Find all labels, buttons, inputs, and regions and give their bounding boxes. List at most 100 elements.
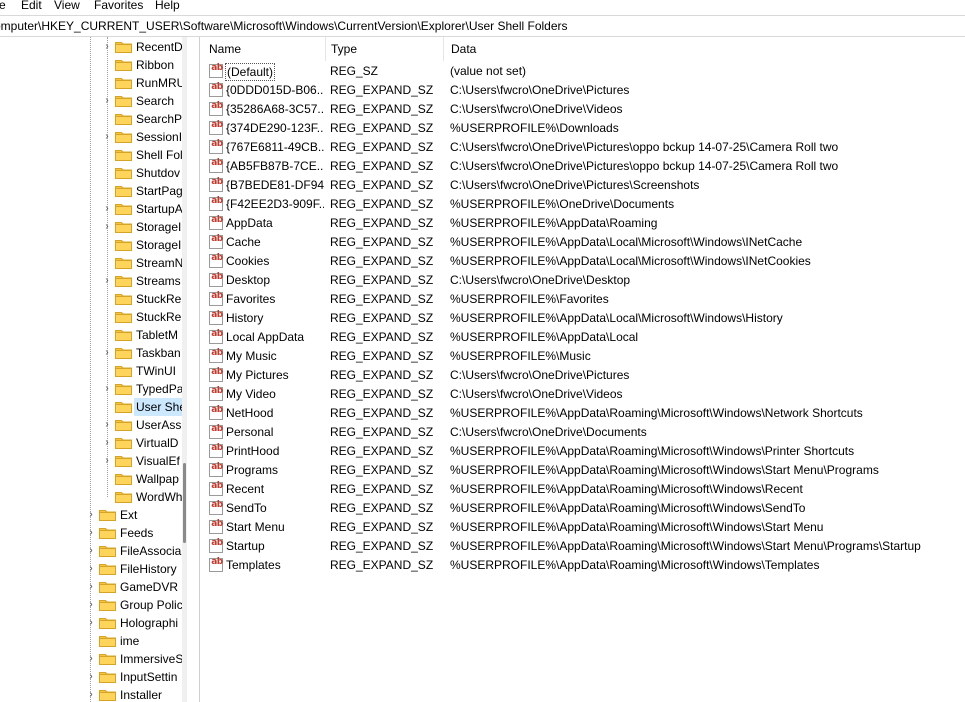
expand-chevron-icon[interactable]: › — [86, 689, 96, 701]
column-header-type[interactable]: Type — [323, 37, 443, 61]
value-row[interactable]: ab Desktop REG_EXPAND_SZ C:\Users\fwcro\One… — [201, 271, 965, 290]
value-row[interactable]: ab {35286A68-3C57... REG_EXPAND_SZ C:\Users… — [201, 100, 965, 119]
tree-item[interactable]: StorageI — [0, 236, 182, 254]
value-row[interactable]: ab Local AppData REG_EXPAND_SZ %USERPROFILE… — [201, 328, 965, 347]
expand-chevron-icon[interactable]: › — [86, 653, 96, 665]
tree-item[interactable]: › VirtualD — [0, 434, 182, 452]
value-row[interactable]: ab {B7BEDE81-DF94... REG_EXPAND_SZ C:\Users… — [201, 176, 965, 195]
tree-item[interactable]: › RecentD — [0, 38, 182, 56]
registry-key-tree[interactable]: › RecentD Ribbon RunMRU › Search SearchP › Sessi… — [0, 37, 187, 702]
pane-splitter[interactable] — [187, 37, 200, 702]
address-bar[interactable]: omputer\HKEY_CURRENT_USER\Software\Micro… — [0, 15, 965, 37]
value-row[interactable]: ab Templates REG_EXPAND_SZ %USERPROFILE%\Ap… — [201, 556, 965, 575]
value-row[interactable]: ab {F42EE2D3-909F... REG_EXPAND_SZ %USERPRO… — [201, 195, 965, 214]
value-row[interactable]: ab {767E6811-49CB... REG_EXPAND_SZ C:\Users… — [201, 138, 965, 157]
value-row[interactable]: ab {0DDD015D-B06... REG_EXPAND_SZ C:\Users\… — [201, 81, 965, 100]
tree-item[interactable]: › Streams — [0, 272, 182, 290]
value-name: Startup — [226, 539, 265, 553]
value-row[interactable]: ab Programs REG_EXPAND_SZ %USERPROFILE%\App… — [201, 461, 965, 480]
value-row[interactable]: ab Favorites REG_EXPAND_SZ %USERPROFILE%\Fa… — [201, 290, 965, 309]
tree-item[interactable]: StreamN — [0, 254, 184, 272]
tree-scrollbar-thumb[interactable] — [183, 463, 186, 543]
expand-chevron-icon[interactable]: › — [86, 671, 96, 683]
expand-chevron-icon[interactable]: › — [86, 599, 96, 611]
value-row[interactable]: ab {AB5FB87B-7CE... REG_EXPAND_SZ C:\Users\… — [201, 157, 965, 176]
tree-item[interactable]: ime — [0, 632, 182, 650]
tree-item[interactable]: SearchP — [0, 110, 182, 128]
expand-chevron-icon[interactable]: › — [102, 419, 112, 431]
value-row[interactable]: ab Cookies REG_EXPAND_SZ %USERPROFILE%\AppD… — [201, 252, 965, 271]
expand-chevron-icon[interactable]: › — [102, 131, 112, 143]
tree-item[interactable]: Shell Fol — [0, 146, 183, 164]
value-row[interactable]: ab (Default) REG_SZ (value not set) — [201, 62, 965, 81]
tree-item[interactable]: › FileAssocia — [0, 542, 182, 560]
tree-item[interactable]: › InputSettin — [0, 668, 182, 686]
tree-item[interactable]: TWinUI — [0, 362, 182, 380]
tree-item[interactable]: › GameDVR — [0, 578, 182, 596]
tree-item-label: StreamN — [136, 256, 184, 270]
value-row[interactable]: ab My Pictures REG_EXPAND_SZ C:\Users\fwcro… — [201, 366, 965, 385]
value-row[interactable]: ab My Video REG_EXPAND_SZ C:\Users\fwcro\On… — [201, 385, 965, 404]
tree-item[interactable]: › ImmersiveS — [0, 650, 183, 668]
tree-item[interactable]: › TypedPa — [0, 380, 183, 398]
menu-help[interactable]: Help — [155, 0, 180, 13]
expand-chevron-icon[interactable]: › — [86, 617, 96, 629]
menu-edit[interactable]: Edit — [21, 0, 42, 13]
expand-chevron-icon[interactable]: › — [102, 221, 112, 233]
tree-item[interactable]: TabletM — [0, 326, 182, 344]
expand-chevron-icon[interactable]: › — [102, 347, 112, 359]
expand-chevron-icon[interactable]: › — [102, 383, 112, 395]
tree-item[interactable]: › Holographi — [0, 614, 182, 632]
expand-chevron-icon[interactable]: › — [102, 275, 112, 287]
menu-view[interactable]: View — [54, 0, 80, 13]
tree-item[interactable]: › Taskban — [0, 344, 182, 362]
tree-item[interactable]: › SessionI — [0, 128, 182, 146]
value-row[interactable]: ab {374DE290-123F... REG_EXPAND_SZ %USERPRO… — [201, 119, 965, 138]
expand-chevron-icon[interactable]: › — [86, 545, 96, 557]
value-row[interactable]: ab History REG_EXPAND_SZ %USERPROFILE%\AppD… — [201, 309, 965, 328]
menu-file[interactable]: e — [0, 0, 6, 13]
expand-chevron-icon[interactable]: › — [102, 455, 112, 467]
tree-item[interactable]: › VisualEf — [0, 452, 182, 470]
value-row[interactable]: ab PrintHood REG_EXPAND_SZ %USERPROFILE%\Ap… — [201, 442, 965, 461]
tree-item[interactable]: › FileHistory — [0, 560, 182, 578]
tree-item[interactable]: › Installer — [0, 686, 182, 702]
tree-item[interactable]: › Search — [0, 92, 182, 110]
tree-item[interactable]: › UserAssi — [0, 416, 184, 434]
tree-item[interactable]: StuckRe — [0, 308, 182, 326]
tree-item[interactable]: › Feeds — [0, 524, 182, 542]
value-row[interactable]: ab SendTo REG_EXPAND_SZ %USERPROFILE%\AppDa… — [201, 499, 965, 518]
address-path[interactable]: omputer\HKEY_CURRENT_USER\Software\Micro… — [0, 19, 568, 33]
tree-item[interactable]: › Ext — [0, 506, 182, 524]
tree-item[interactable]: StartPag — [0, 182, 183, 200]
value-row[interactable]: ab AppData REG_EXPAND_SZ %USERPROFILE%\AppD… — [201, 214, 965, 233]
menu-favorites[interactable]: Favorites — [94, 0, 143, 13]
expand-chevron-icon[interactable]: › — [102, 437, 112, 449]
expand-chevron-icon[interactable]: › — [86, 527, 96, 539]
value-row[interactable]: ab Recent REG_EXPAND_SZ %USERPROFILE%\AppDa… — [201, 480, 965, 499]
column-header-name[interactable]: Name — [201, 37, 325, 61]
tree-item[interactable]: StuckRe — [0, 290, 182, 308]
tree-item[interactable]: RunMRU — [0, 74, 185, 92]
expand-chevron-icon[interactable]: › — [86, 581, 96, 593]
expand-chevron-icon[interactable]: › — [86, 563, 96, 575]
expand-chevron-icon[interactable]: › — [86, 509, 96, 521]
value-row[interactable]: ab Start Menu REG_EXPAND_SZ %USERPROFILE%\A… — [201, 518, 965, 537]
expand-chevron-icon[interactable]: › — [102, 203, 112, 215]
column-header-data[interactable]: Data — [443, 37, 943, 61]
value-row[interactable]: ab Personal REG_EXPAND_SZ C:\Users\fwcro\On… — [201, 423, 965, 442]
tree-item[interactable]: Ribbon — [0, 56, 182, 74]
value-row[interactable]: ab My Music REG_EXPAND_SZ %USERPROFILE%\Mus… — [201, 347, 965, 366]
tree-item[interactable]: › StorageI — [0, 218, 182, 236]
expand-chevron-icon[interactable]: › — [102, 41, 112, 53]
tree-item[interactable]: Wallpap — [0, 470, 182, 488]
value-row[interactable]: ab Startup REG_EXPAND_SZ %USERPROFILE%\AppD… — [201, 537, 965, 556]
tree-item[interactable]: WordWh — [0, 488, 182, 506]
tree-item[interactable]: › StartupA — [0, 200, 182, 218]
value-row[interactable]: ab Cache REG_EXPAND_SZ %USERPROFILE%\AppDat… — [201, 233, 965, 252]
value-row[interactable]: ab NetHood REG_EXPAND_SZ %USERPROFILE%\AppD… — [201, 404, 965, 423]
tree-item[interactable]: › Group Polic — [0, 596, 182, 614]
expand-chevron-icon[interactable]: › — [102, 95, 112, 107]
tree-item[interactable]: Shutdov — [0, 164, 182, 182]
tree-item[interactable]: User She — [0, 398, 187, 416]
